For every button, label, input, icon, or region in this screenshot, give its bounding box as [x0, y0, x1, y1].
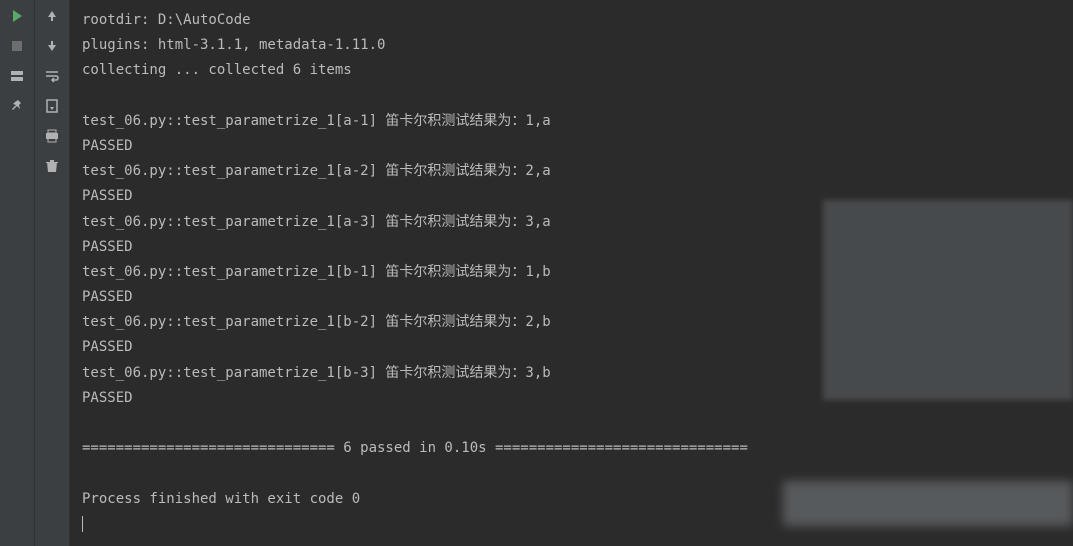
- down-button[interactable]: [41, 35, 63, 57]
- pin-icon: [9, 98, 25, 114]
- plugins-line: plugins: html-3.1.1, metadata-1.11.0: [82, 33, 1061, 58]
- export-icon: [44, 98, 60, 114]
- soft-wrap-button[interactable]: [41, 65, 63, 87]
- up-arrow-icon: [44, 8, 60, 24]
- down-arrow-icon: [44, 38, 60, 54]
- blank-line: [82, 84, 1061, 109]
- print-button[interactable]: [41, 125, 63, 147]
- test-line: test_06.py::test_parametrize_1[a-1] 笛卡尔积…: [82, 109, 1061, 134]
- watermark-strip: [783, 481, 1073, 526]
- passed-line: PASSED: [82, 134, 1061, 159]
- summary-line: ============================== 6 passed …: [82, 436, 1061, 461]
- pin-button[interactable]: [6, 95, 28, 117]
- rootdir-line: rootdir: D:\AutoCode: [82, 8, 1061, 33]
- test-line: test_06.py::test_parametrize_1[a-2] 笛卡尔积…: [82, 159, 1061, 184]
- scroll-end-button[interactable]: [41, 95, 63, 117]
- up-button[interactable]: [41, 5, 63, 27]
- wrap-icon: [44, 68, 60, 84]
- stop-button[interactable]: [6, 35, 28, 57]
- trash-icon: [44, 158, 60, 174]
- run-icon: [9, 8, 25, 24]
- clear-button[interactable]: [41, 155, 63, 177]
- blank-line: [82, 411, 1061, 436]
- console-output[interactable]: rootdir: D:\AutoCode plugins: html-3.1.1…: [70, 0, 1073, 546]
- watermark-block: [823, 200, 1073, 400]
- collecting-line: collecting ... collected 6 items: [82, 58, 1061, 83]
- text-cursor: [82, 516, 83, 532]
- stop-icon: [9, 38, 25, 54]
- layout-button[interactable]: [6, 65, 28, 87]
- run-toolbar: [0, 0, 35, 546]
- output-toolbar: [35, 0, 70, 546]
- print-icon: [44, 128, 60, 144]
- layout-icon: [9, 68, 25, 84]
- run-button[interactable]: [6, 5, 28, 27]
